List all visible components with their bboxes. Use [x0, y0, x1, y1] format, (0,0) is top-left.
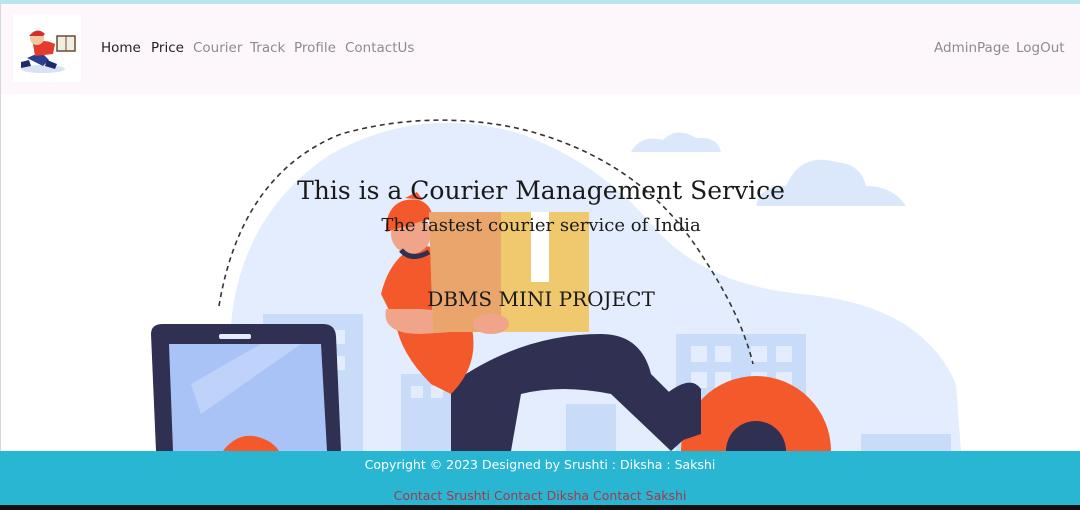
nav-link-contactus[interactable]: ContactUs	[345, 40, 414, 56]
courier-logo[interactable]	[13, 14, 81, 82]
contact-sakshi-link[interactable]: Contact Sakshi	[593, 488, 686, 503]
nav-link-track[interactable]: Track	[250, 40, 285, 56]
contact-srushti-link[interactable]: Contact Srushti	[394, 488, 490, 503]
hero-section: This is a Courier Management Service The…	[0, 94, 1080, 451]
hero-title: This is a Courier Management Service	[297, 176, 785, 205]
nav-link-logout[interactable]: LogOut	[1016, 40, 1065, 56]
delivery-illustration	[151, 119, 961, 451]
bottom-edge-bar	[0, 505, 1080, 510]
navbar: Home Price Courier Track Profile Contact…	[0, 4, 1080, 94]
nav-link-price[interactable]: Price	[151, 40, 184, 56]
contact-links: Contact Srushti Contact Diksha Contact S…	[0, 488, 1080, 503]
copyright-text: Copyright © 2023 Designed by Srushti : D…	[364, 457, 716, 472]
courier-logo-icon	[21, 30, 76, 73]
contact-diksha-link[interactable]: Contact Diksha	[494, 488, 589, 503]
footer: Copyright © 2023 Designed by Srushti : D…	[0, 451, 1080, 505]
hero-subtitle: The fastest courier service of India	[381, 215, 701, 236]
nav-link-courier[interactable]: Courier	[193, 40, 242, 56]
nav-link-profile[interactable]: Profile	[294, 40, 336, 56]
nav-link-home[interactable]: Home	[101, 40, 141, 56]
nav-link-adminpage[interactable]: AdminPage	[934, 40, 1010, 56]
project-label: DBMS MINI PROJECT	[427, 287, 655, 311]
